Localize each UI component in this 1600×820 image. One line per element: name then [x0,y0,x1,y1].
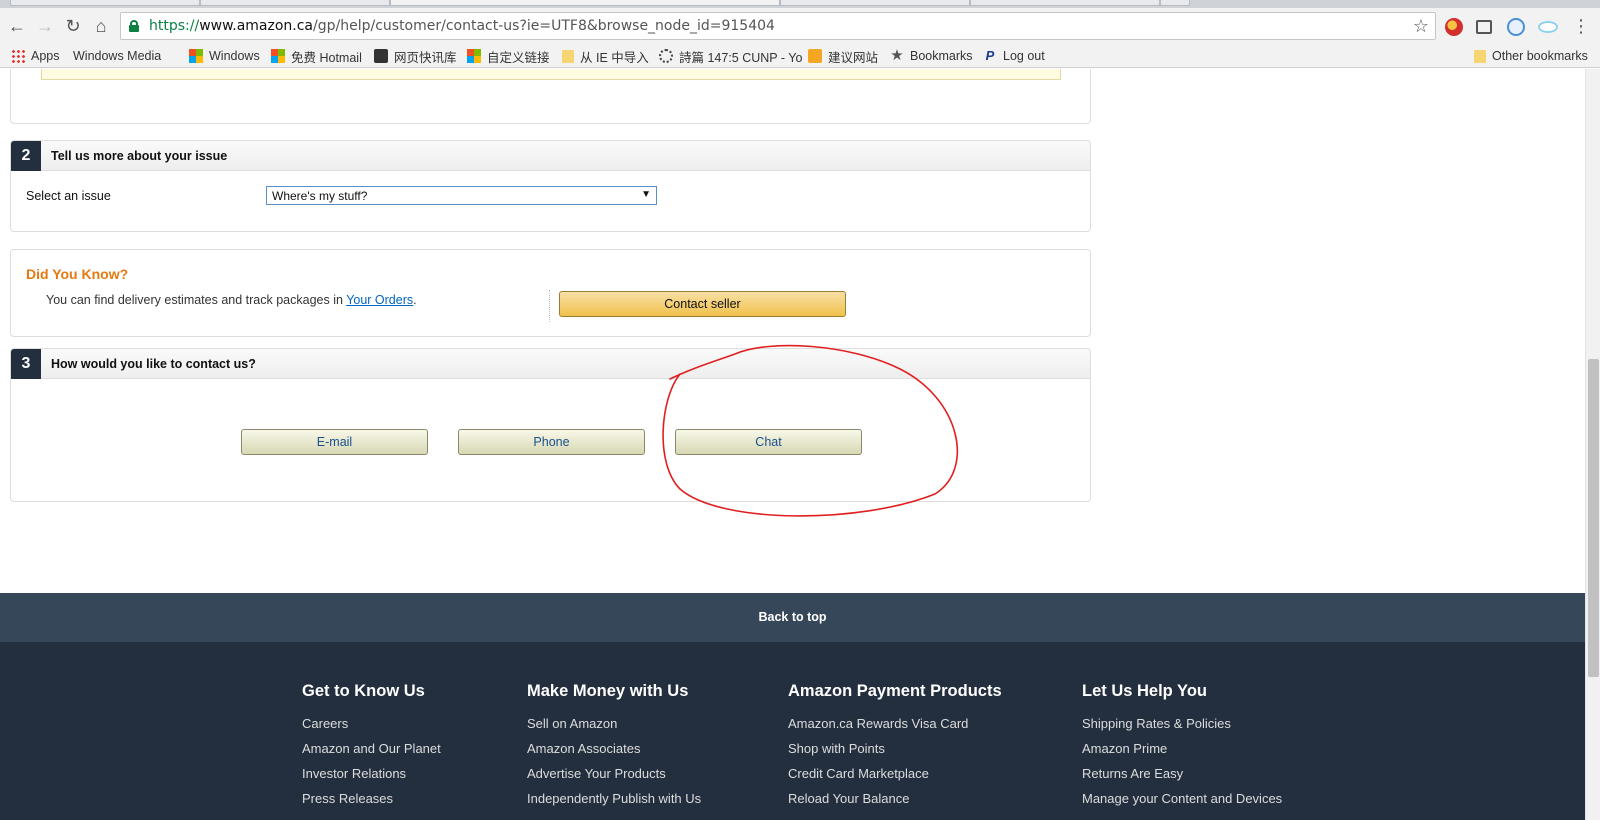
lock-icon [129,20,139,32]
paypal-icon: P [985,48,995,63]
footer-column: Get to Know Us Careers Amazon and Our Pl… [302,682,441,811]
footer-link[interactable]: Shipping Rates & Policies [1082,711,1282,736]
extension-icon[interactable] [1507,18,1525,36]
browser-tab[interactable] [10,0,200,6]
bookmark-imported-from-ie[interactable]: 从 IE 中导入 [562,47,649,65]
bing-icon [808,49,822,63]
step-header: 2 Tell us more about your issue [11,141,1090,171]
phone-button[interactable]: Phone [458,429,645,455]
step-number: 3 [11,349,41,379]
footer-heading: Get to Know Us [302,682,425,700]
new-tab-button[interactable] [1160,0,1190,6]
browser-tab-strip [0,0,1600,8]
bookmark-custom-links[interactable]: 自定义链接 [467,47,550,65]
step-title: Tell us more about your issue [51,149,228,163]
bookmark-star-icon[interactable]: ☆ [1413,16,1429,37]
bookmark-bookmarks[interactable]: ★ Bookmarks [890,47,972,65]
browser-tab[interactable] [970,0,1160,6]
footer-link[interactable]: Reload Your Balance [788,786,1002,811]
extension-icon[interactable] [1538,21,1558,33]
browser-tab[interactable] [200,0,390,6]
footer-link[interactable]: Independently Publish with Us [527,786,701,811]
bookmark-other-bookmarks[interactable]: Other bookmarks [1474,47,1588,65]
issue-select[interactable]: Where's my stuff? ▼ [266,186,657,205]
footer-link[interactable]: Shop with Points [788,736,1002,761]
step-title: How would you like to contact us? [51,357,256,371]
chrome-menu-icon[interactable]: ⋮ [1572,17,1590,35]
windows-logo-icon [189,49,203,63]
bookmark-suggested-sites[interactable]: 建议网站 [808,47,878,65]
bookmark-log-out[interactable]: P Log out [983,47,1045,65]
folder-icon [562,49,574,63]
dropdown-arrow-icon: ▼ [641,189,651,200]
windows-logo-icon [271,49,285,63]
bookmark-apps[interactable]: Apps [11,47,60,65]
back-to-top-link[interactable]: Back to top [0,593,1585,642]
page-scrollbar[interactable] [1585,69,1600,820]
footer-heading: Make Money with Us [527,682,689,700]
footer-column: Let Us Help You Shipping Rates & Policie… [1082,682,1282,811]
issue-select-value: Where's my stuff? [272,189,368,203]
did-you-know-box: Did You Know? You can find delivery esti… [10,249,1091,337]
page-content: 2 Tell us more about your issue Select a… [0,69,1585,820]
step1-box [10,69,1091,124]
browser-toolbar: ← → ↻ ⌂ https://www.amazon.ca/gp/help/cu… [0,8,1600,44]
footer-link[interactable]: Investor Relations [302,761,441,786]
scrollbar-thumb[interactable] [1588,359,1599,677]
footer-link[interactable]: Manage your Content and Devices [1082,786,1282,811]
your-orders-link[interactable]: Your Orders [346,293,413,307]
footer-link[interactable]: Amazon.ca Rewards Visa Card [788,711,1002,736]
windows-logo-icon [467,49,481,63]
did-you-know-text: You can find delivery estimates and trac… [46,293,417,307]
home-icon[interactable]: ⌂ [90,15,112,37]
apps-grid-icon [11,49,25,63]
footer-link[interactable]: Press Releases [302,786,441,811]
contact-seller-button[interactable]: Contact seller [559,291,846,317]
bookmark-windows[interactable]: Windows [189,47,260,65]
footer-heading: Let Us Help You [1082,682,1207,700]
reload-icon[interactable]: ↻ [62,15,84,37]
bookmark-hotmail[interactable]: 免费 Hotmail [271,47,362,65]
folder-icon [1474,49,1486,63]
did-you-know-title: Did You Know? [26,266,129,282]
bookmark-windows-media[interactable]: Windows Media [73,47,161,129]
step-header: 3 How would you like to contact us? [11,349,1090,379]
email-button[interactable]: E-mail [241,429,428,455]
extension-icon[interactable] [1445,18,1463,36]
address-bar[interactable]: https://www.amazon.ca/gp/help/customer/c… [120,12,1436,40]
bookmark-feed-gallery[interactable]: 网页快讯库 [374,47,457,65]
loading-icon [659,49,673,63]
bookmark-psalm[interactable]: 詩篇 147:5 CUNP - Yo [659,47,802,65]
footer-link[interactable]: Amazon Associates [527,736,701,761]
footer-link[interactable]: Credit Card Marketplace [788,761,1002,786]
footer-link[interactable]: Amazon and Our Planet [302,736,441,761]
alert-box [41,69,1061,80]
divider [549,290,550,322]
chat-button[interactable]: Chat [675,429,862,455]
footer-link[interactable]: Advertise Your Products [527,761,701,786]
back-arrow-icon[interactable]: ← [6,15,28,37]
footer-link[interactable]: Sell on Amazon [527,711,701,736]
browser-tab-active[interactable] [390,0,780,6]
step2-box: 2 Tell us more about your issue Select a… [10,140,1091,232]
bookmarks-bar: Apps Windows Media Windows 免费 Hotmail 网页… [0,44,1600,129]
step-number: 2 [11,141,41,171]
footer: Get to Know Us Careers Amazon and Our Pl… [0,642,1585,820]
browser-tab[interactable] [780,0,970,6]
footer-column: Make Money with Us Sell on Amazon Amazon… [527,682,701,811]
forward-arrow-icon[interactable]: → [34,15,56,37]
feed-icon [374,49,388,63]
url-text: https://www.amazon.ca/gp/help/customer/c… [149,18,775,34]
issue-label: Select an issue [26,189,111,203]
cast-icon[interactable] [1476,20,1492,34]
footer-link[interactable]: Returns Are Easy [1082,761,1282,786]
star-icon: ★ [890,47,904,64]
footer-heading: Amazon Payment Products [788,682,1002,700]
footer-link[interactable]: Careers [302,711,441,736]
footer-column: Amazon Payment Products Amazon.ca Reward… [788,682,1002,811]
footer-link[interactable]: Amazon Prime [1082,736,1282,761]
step3-box: 3 How would you like to contact us? E-ma… [10,348,1091,502]
